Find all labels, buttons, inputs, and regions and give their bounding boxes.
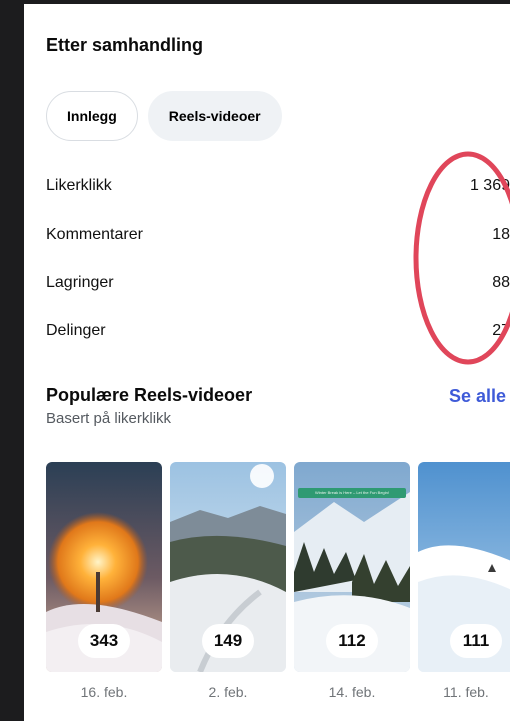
reel-date: 16. feb. [80, 684, 128, 700]
content-type-tabs: Innlegg Reels-videoer [46, 91, 282, 141]
metric-label: Lagringer [46, 274, 114, 291]
annotation-circle [413, 151, 510, 365]
interactions-panel: Etter samhandling Innlegg Reels-videoer … [24, 4, 510, 721]
reel-banner-text: Winter Break is Here – Let the Fun Begin… [298, 488, 406, 498]
see-all-link[interactable]: Se alle [449, 386, 506, 407]
reel-thumbnail[interactable]: 111 [418, 462, 510, 672]
reel-thumbnail[interactable]: Winter Break is Here – Let the Fun Begin… [294, 462, 410, 672]
metric-label: Kommentarer [46, 226, 143, 243]
popular-reels-subtitle: Basert på likerklikk [46, 410, 172, 427]
reel-date: 14. feb. [328, 684, 376, 700]
like-count-badge: 149 [202, 624, 254, 658]
reel-thumbnail[interactable]: 149 [170, 462, 286, 672]
reel-thumbnail[interactable]: 343 [46, 462, 162, 672]
tab-posts[interactable]: Innlegg [46, 91, 138, 141]
reel-date: 2. feb. [208, 684, 248, 700]
tab-reels[interactable]: Reels-videoer [147, 91, 282, 141]
like-count-badge: 111 [450, 624, 502, 658]
metric-label: Likerklikk [46, 177, 112, 194]
section-title: Etter samhandling [46, 35, 204, 55]
popular-reels-title: Populære Reels-videoer [46, 385, 253, 405]
reels-thumbnail-row: 343 16. feb. 149 2. feb. Winter Break is… [46, 462, 510, 712]
like-count-badge: 343 [78, 624, 130, 658]
metric-label: Delinger [46, 322, 106, 339]
reel-date: 11. feb. [443, 684, 489, 700]
like-count-badge: 112 [326, 624, 378, 658]
